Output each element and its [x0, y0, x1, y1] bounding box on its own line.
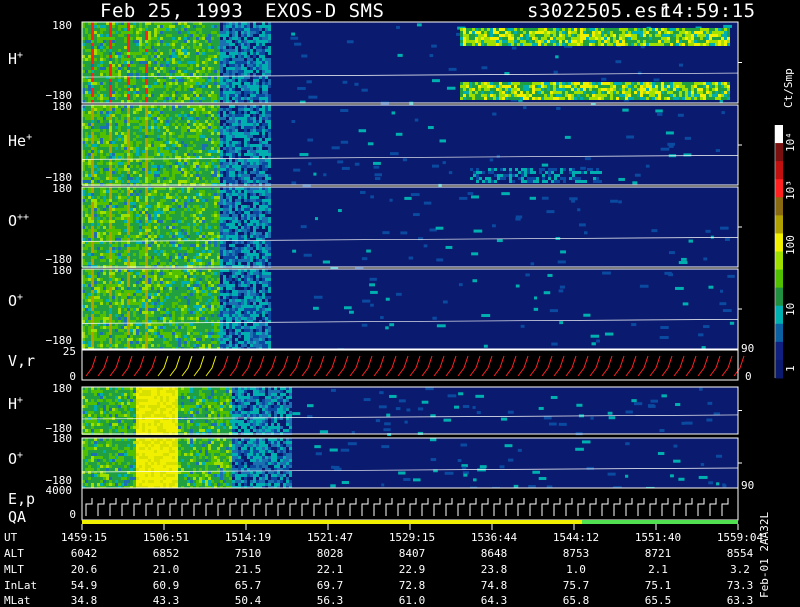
table-cell: 34.8	[58, 594, 110, 607]
colorbar-seg-9	[775, 288, 783, 307]
table-cell: 23.8	[468, 563, 520, 576]
colorbar-seg-7	[775, 252, 783, 271]
colorbar-seg-2	[775, 161, 783, 180]
table-cell: 8028	[304, 547, 356, 560]
colorbar-seg-8	[775, 270, 783, 289]
table-cell: 22.1	[304, 563, 356, 576]
table-cell: 75.1	[632, 579, 684, 592]
table-cell: 22.9	[386, 563, 438, 576]
table-cell: 65.7	[222, 579, 274, 592]
colorbar-tick-1e4: 10⁴	[784, 132, 797, 152]
panel-label-he-plus: He+	[8, 132, 32, 150]
panel-label-qa: QA	[8, 508, 26, 526]
table-cell: 6852	[140, 547, 192, 560]
table-row-label: UT	[4, 531, 17, 544]
table-cell: 73.3	[714, 579, 766, 592]
qa-bar-yellow	[82, 520, 582, 524]
table-cell: 8407	[386, 547, 438, 560]
table-cell: 43.3	[140, 594, 192, 607]
table-cell: 1.0	[550, 563, 602, 576]
table-cell: 75.7	[550, 579, 602, 592]
table-cell: 1514:19	[222, 531, 274, 544]
panel-label-h-plus-2: H+	[8, 395, 23, 413]
colorbar-unit: Ct/Smp	[782, 68, 795, 108]
table-cell: 2.1	[632, 563, 684, 576]
tick-op-top: 180	[44, 264, 72, 277]
colorbar-tick-1: 1	[784, 365, 797, 372]
table-cell: 1506:51	[140, 531, 192, 544]
table-cell: 1521:47	[304, 531, 356, 544]
rtick-ep-top: 90	[741, 479, 754, 492]
colorbar-seg-10	[775, 306, 783, 325]
colorbar-tick-100: 100	[784, 235, 797, 255]
panel-label-o-plus-plus: O++	[8, 212, 29, 230]
tick-vr-top: 25	[48, 345, 76, 358]
tick-o2-top: 180	[44, 432, 72, 445]
table-cell: 64.3	[468, 594, 520, 607]
panel-label-o-plus-2: O+	[8, 450, 23, 468]
table-cell: 65.8	[550, 594, 602, 607]
tick-he-top: 180	[44, 100, 72, 113]
spectrogram-plot	[0, 0, 800, 600]
tick-opp-top: 180	[44, 182, 72, 195]
rtick-vr-top: 90	[741, 342, 754, 355]
table-cell: 1529:15	[386, 531, 438, 544]
table-cell: 63.3	[714, 594, 766, 607]
panel-label-ep: E,p	[8, 490, 35, 508]
qa-bar-green	[582, 520, 738, 524]
table-cell: 20.6	[58, 563, 110, 576]
table-row-label: InLat	[4, 579, 37, 592]
table-cell: 8721	[632, 547, 684, 560]
colorbar-seg-5	[775, 215, 783, 234]
table-cell: 1551:40	[632, 531, 684, 544]
colorbar-seg-11	[775, 324, 783, 343]
panel-label-vr: V,r	[8, 352, 35, 370]
table-cell: 7510	[222, 547, 274, 560]
table-cell: 1559:04	[714, 531, 766, 544]
table-cell: 8648	[468, 547, 520, 560]
table-cell: 61.0	[386, 594, 438, 607]
colorbar-tick-10: 10	[784, 303, 797, 316]
tick-h2-top: 180	[44, 382, 72, 395]
tick-h-top: 180	[44, 19, 72, 32]
table-cell: 21.0	[140, 563, 192, 576]
colorbar-seg-3	[775, 179, 783, 198]
table-row-label: ALT	[4, 547, 24, 560]
panel-label-h-plus: H+	[8, 50, 23, 68]
table-cell: 6042	[58, 547, 110, 560]
colorbar-seg-0	[775, 125, 783, 144]
table-row-label: MLT	[4, 563, 24, 576]
colorbar-seg-4	[775, 197, 783, 216]
table-cell: 3.2	[714, 563, 766, 576]
table-cell: 1536:44	[468, 531, 520, 544]
table-cell: 8554	[714, 547, 766, 560]
table-cell: 65.5	[632, 594, 684, 607]
table-cell: 69.7	[304, 579, 356, 592]
table-cell: 50.4	[222, 594, 274, 607]
colorbar-seg-12	[775, 342, 783, 361]
table-cell: 54.9	[58, 579, 110, 592]
tick-ep-top: 4000	[44, 484, 72, 497]
colorbar-seg-13	[775, 360, 783, 379]
colorbar-tick-1e3: 10³	[784, 180, 797, 200]
table-cell: 72.8	[386, 579, 438, 592]
table-cell: 1544:12	[550, 531, 602, 544]
table-cell: 1459:15	[58, 531, 110, 544]
table-cell: 56.3	[304, 594, 356, 607]
panel-label-o-plus: O+	[8, 292, 23, 310]
colorbar-seg-1	[775, 143, 783, 162]
table-cell: 74.8	[468, 579, 520, 592]
table-row-label: MLat	[4, 594, 31, 607]
table-cell: 21.5	[222, 563, 274, 576]
table-cell: 60.9	[140, 579, 192, 592]
table-cell: 8753	[550, 547, 602, 560]
tick-ep-bottom: 0	[48, 508, 76, 521]
rtick-vr-bottom: 0	[745, 370, 752, 383]
colorbar-seg-6	[775, 233, 783, 252]
